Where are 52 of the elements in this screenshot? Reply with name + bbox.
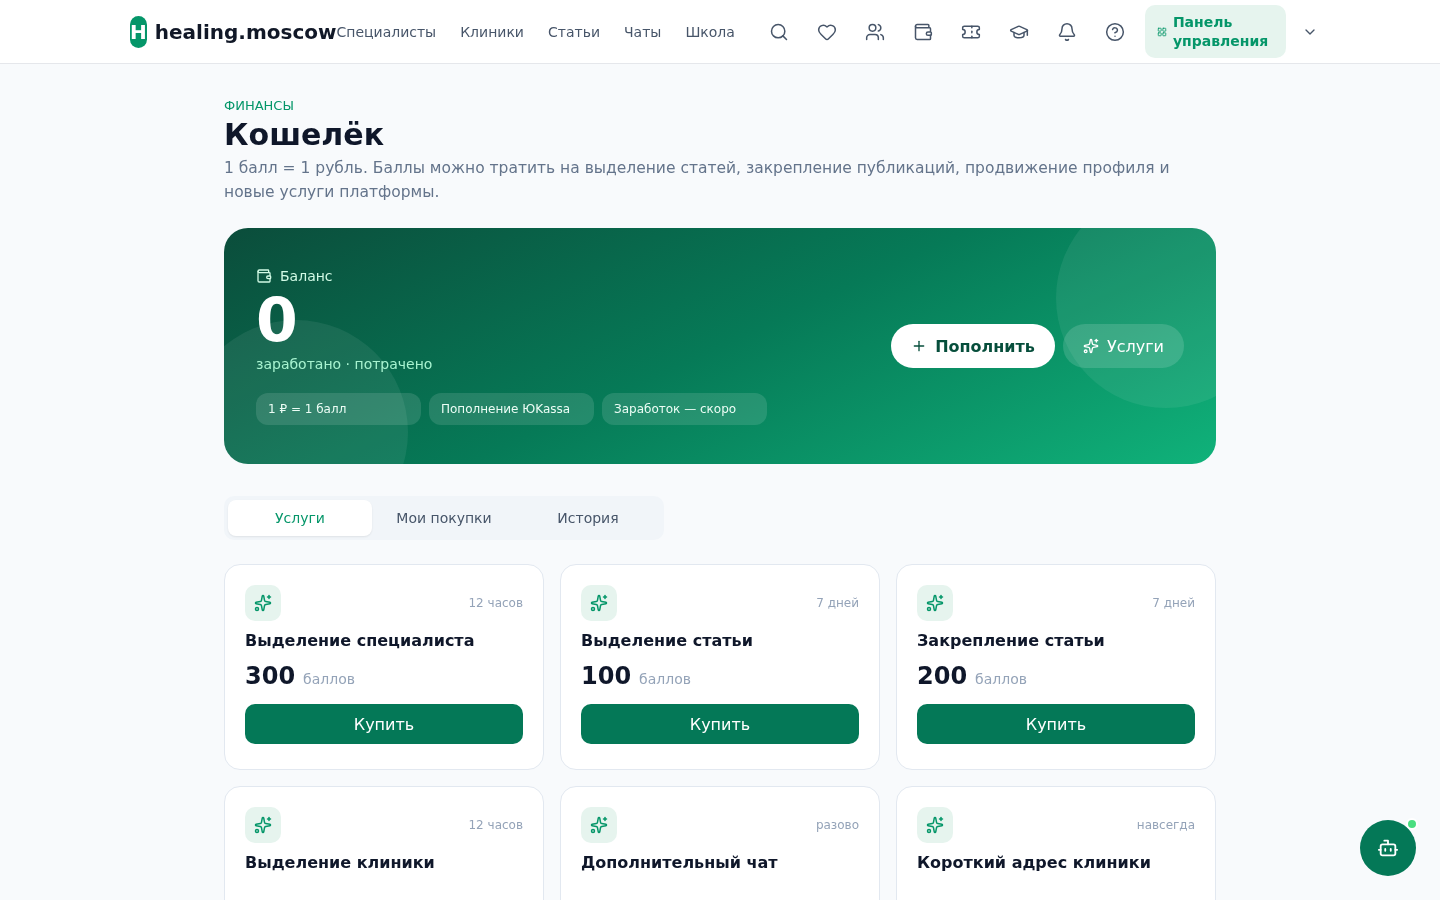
info-chip: Заработок — скоро <box>602 392 767 425</box>
sparkles-icon <box>245 585 281 621</box>
duration-label: 12 часов <box>468 596 523 610</box>
duration-label: разово <box>815 818 859 832</box>
sparkles-icon <box>1082 338 1099 354</box>
sparkles-icon <box>917 585 953 621</box>
grid-icon <box>1156 26 1167 37</box>
buy-button[interactable]: Купить <box>917 704 1195 744</box>
tab[interactable]: Мои покупки <box>372 500 516 536</box>
service-title: Выделение клиники <box>245 853 436 872</box>
sparkles-icon <box>245 807 281 843</box>
service-title: Выделение специалиста <box>245 631 476 650</box>
nav-link[interactable]: Клиники <box>460 23 524 40</box>
duration-label: 7 дней <box>1152 596 1195 610</box>
assistant-button[interactable] <box>1360 820 1416 876</box>
site-name: healing.moscow <box>154 19 337 44</box>
buy-button[interactable]: Купить <box>581 704 859 744</box>
top-up-button[interactable]: Пополнить <box>891 324 1055 368</box>
nav-link[interactable]: Статьи <box>547 23 600 40</box>
sparkles-icon <box>581 585 617 621</box>
buy-button[interactable]: Купить <box>245 704 523 744</box>
robot-icon <box>1377 837 1399 859</box>
nav-link[interactable]: Школа <box>685 23 735 40</box>
section-label: ФИНАНСЫ <box>224 98 295 113</box>
duration-label: навсегда <box>1136 818 1195 832</box>
service-price: 100 <box>581 662 632 690</box>
nav-link[interactable]: Чаты <box>624 23 662 40</box>
nav-link[interactable]: Специалисты <box>336 23 437 40</box>
page-title: Кошелёк <box>224 117 386 152</box>
price-unit: баллов <box>303 671 356 687</box>
service-price: 200 <box>917 662 968 690</box>
wallet-icon <box>256 267 272 284</box>
sparkles-icon <box>917 807 953 843</box>
logo[interactable]: H <box>130 15 147 48</box>
balance-label: Баланс <box>280 267 333 284</box>
service-title: Закрепление статьи <box>917 631 1106 650</box>
service-title: Дополнительный чат <box>581 853 779 872</box>
balance-amount: 0 <box>256 287 299 352</box>
duration-label: 12 часов <box>468 818 523 832</box>
service-title: Короткий адрес клиники <box>917 853 1152 872</box>
service-price: 300 <box>245 662 296 690</box>
info-chip: Пополнение ЮKassa <box>429 392 594 425</box>
price-unit: баллов <box>639 671 692 687</box>
info-chip: 1 ₽ = 1 балл <box>256 392 421 425</box>
price-unit: баллов <box>975 671 1028 687</box>
tab[interactable]: История <box>516 500 660 536</box>
balance-subtitle: заработано · потрачено <box>256 355 434 372</box>
sparkles-icon <box>581 807 617 843</box>
page-description: 1 балл = 1 рубль. Баллы можно тратить на выделение статей, закрепление публикаций, продвижение профиля и новые услуги платформы. <box>224 158 1171 203</box>
duration-label: 7 дней <box>816 596 859 610</box>
service-title: Выделение статьи <box>581 631 754 650</box>
tab[interactable]: Услуги <box>228 500 372 536</box>
